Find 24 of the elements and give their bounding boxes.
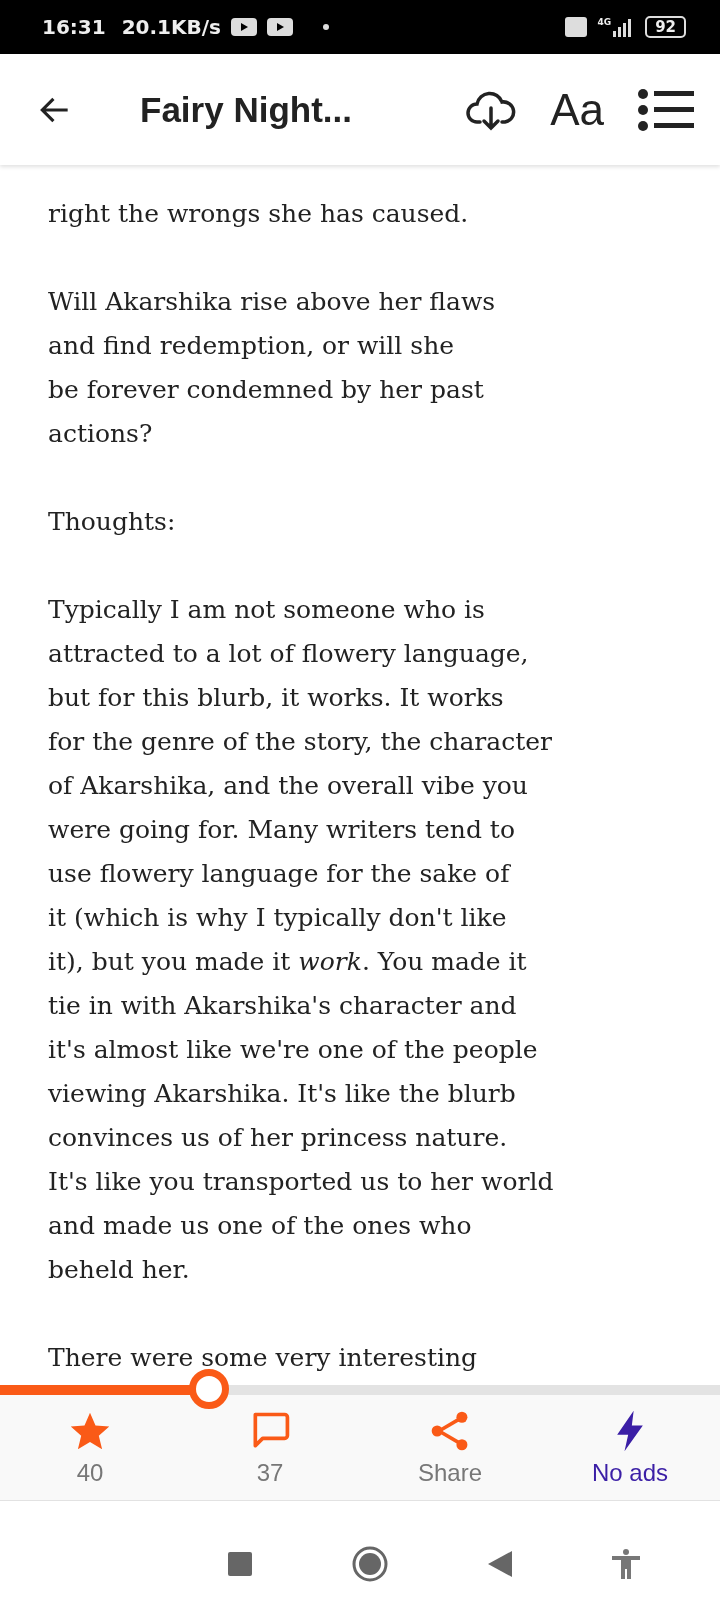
paragraph: Thoughts: <box>48 506 177 538</box>
text-settings-button[interactable]: Aa <box>550 87 604 132</box>
network-speed: 20.1KB/s <box>121 15 221 39</box>
star-button[interactable]: 40 <box>0 1395 180 1500</box>
home-icon[interactable] <box>352 1546 388 1582</box>
battery-indicator: 92 <box>645 16 686 38</box>
back-triangle-icon[interactable] <box>488 1551 512 1577</box>
menu-icon[interactable] <box>638 88 694 131</box>
premium-button[interactable]: No ads <box>540 1395 720 1500</box>
story-title: Fairy Night... <box>140 89 352 130</box>
paragraph: Will Akarshika rise above her flaws and find redemption, or will she be forever condemned by her past actions? <box>48 286 497 450</box>
paragraph: Typically I am not someone who is attracted to a lot of flowery language, but for this blurb, it works. It works for the genre of the story, the character of Akarshika, and the overall vibe you were going for. Many writers tend to use flowery language for the sake of it (which is why I typically don't like it), but you made it work. You made it tie in with Akarshika's character and it's almost like we're one of the people viewing Akarshika. It's like the blurb convinces us of her princess nature. It's like you transported us to her world and made us one of the ones who beheld her. <box>48 594 555 1286</box>
comment-button[interactable]: 37 <box>180 1395 360 1500</box>
dot-icon <box>322 24 329 30</box>
accessibility-icon[interactable] <box>612 1549 640 1579</box>
progress-slider[interactable] <box>0 1385 720 1395</box>
paragraph: There were some very interesting <box>48 1342 479 1374</box>
network-type: 4G <box>597 17 612 27</box>
slider-thumb[interactable] <box>188 1369 229 1409</box>
share-button[interactable]: Share <box>360 1395 540 1500</box>
clock: 16:31 <box>42 15 106 39</box>
paragraph: right the wrongs she has caused. <box>48 198 470 230</box>
play-icon <box>266 18 293 36</box>
play-icon <box>230 18 257 36</box>
